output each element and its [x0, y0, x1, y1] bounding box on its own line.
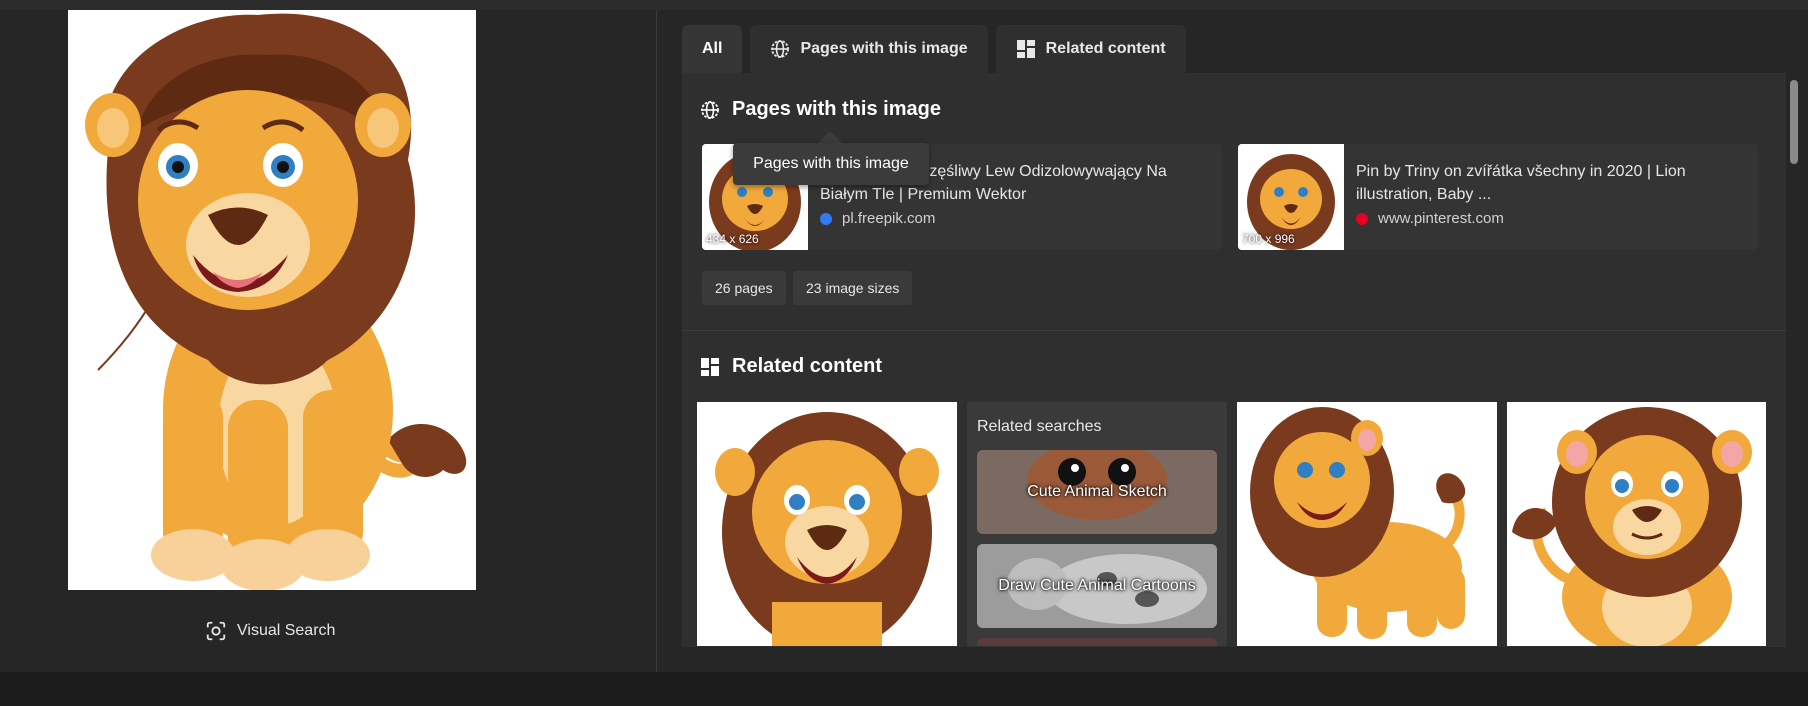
- related-search-label: Draw Cute Animal Cartoons: [998, 577, 1196, 594]
- pages-section-title: Pages with this image: [700, 98, 941, 121]
- visual-search-icon: [206, 621, 226, 641]
- top-bar: [0, 0, 1808, 10]
- main-lion-image[interactable]: [68, 10, 476, 590]
- related-search-label: Cute Animal Sketch: [1027, 483, 1167, 500]
- related-search-draw-cute-animal-cartoons[interactable]: Draw Cute Animal Cartoons: [977, 544, 1217, 628]
- tab-pages-label: Pages with this image: [800, 40, 968, 57]
- pages-section-heading: Pages with this image: [732, 98, 941, 120]
- result-tabs: All Pages with this image Related conten…: [682, 25, 1186, 73]
- image-size-badge: 700 x 996: [1242, 232, 1295, 246]
- page-result-title[interactable]: Pin by Triny on zvířátka všechny in 2020…: [1356, 160, 1746, 206]
- walking-lion-image: [1237, 402, 1497, 646]
- page-result-domain: pl.freepik.com: [842, 210, 936, 227]
- globe-icon: [701, 100, 719, 119]
- tooltip: Pages with this image: [733, 143, 929, 185]
- tab-related-content[interactable]: Related content: [995, 25, 1186, 73]
- tab-all-label: All: [702, 40, 723, 57]
- page-result-card[interactable]: 700 x 996 Pin by Triny on zvířátka všech…: [1238, 144, 1758, 250]
- related-search-partial[interactable]: [977, 638, 1217, 646]
- related-searches-title: Related searches: [977, 418, 1102, 435]
- section-divider: [682, 330, 1786, 331]
- related-image-tile[interactable]: [1507, 402, 1766, 646]
- image-size-badge: 434 x 626: [706, 232, 759, 246]
- page-result-thumbnail: 700 x 996: [1238, 144, 1344, 250]
- related-section-heading: Related content: [732, 355, 883, 377]
- visual-search-label: Visual Search: [237, 622, 336, 639]
- grid-icon: [1016, 40, 1035, 58]
- related-search-cute-animal-sketch[interactable]: Cute Animal Sketch: [977, 450, 1217, 534]
- page-result-source: www.pinterest.com: [1356, 210, 1504, 227]
- lion-cartoon-image: [68, 10, 476, 590]
- image-sizes-chip[interactable]: 23 image sizes: [793, 271, 913, 305]
- freepik-favicon-icon: [820, 212, 832, 225]
- related-image-tile[interactable]: [1237, 402, 1497, 646]
- bottom-bar: [0, 672, 1808, 706]
- page-result-domain: www.pinterest.com: [1378, 210, 1504, 227]
- tooltip-arrow: [818, 131, 842, 143]
- page-result-source: pl.freepik.com: [820, 210, 935, 227]
- sitting-lion-image: [1507, 402, 1766, 646]
- globe-icon: [771, 40, 790, 58]
- scrollbar-thumb[interactable]: [1790, 80, 1798, 164]
- grid-icon: [701, 357, 719, 376]
- related-section-title: Related content: [700, 355, 882, 378]
- pinterest-favicon-icon: [1356, 212, 1368, 225]
- lion-face-image: [697, 402, 957, 646]
- tab-related-label: Related content: [1045, 40, 1166, 57]
- tab-pages-with-this-image[interactable]: Pages with this image: [750, 25, 988, 73]
- related-image-tile[interactable]: [697, 402, 957, 646]
- pages-count-chip[interactable]: 26 pages: [702, 271, 786, 305]
- tab-all[interactable]: All: [682, 25, 743, 73]
- related-searches-panel: Related searches Cute Animal Sketch Draw…: [967, 402, 1227, 646]
- visual-search-button[interactable]: Visual Search: [205, 620, 335, 642]
